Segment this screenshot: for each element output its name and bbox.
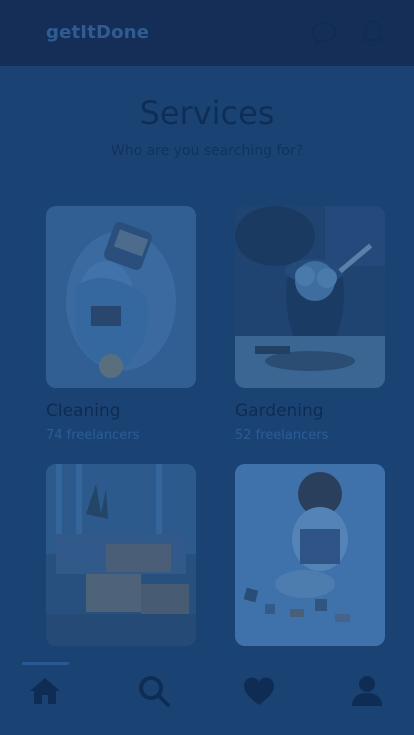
bell-icon[interactable]	[358, 18, 388, 48]
bottom-nav	[0, 660, 414, 735]
service-image-gardening	[235, 206, 385, 388]
service-name: Cleaning	[46, 401, 121, 421]
service-image-moving	[46, 464, 196, 646]
service-count: 74 freelancers	[46, 428, 140, 443]
search-icon[interactable]	[137, 674, 171, 708]
app-screen: getItDone Services Who are you searching…	[0, 0, 414, 735]
page-subtitle: Who are you searching for?	[110, 143, 304, 159]
service-name: Gardening	[235, 401, 324, 421]
chat-icon[interactable]	[309, 18, 339, 48]
home-icon[interactable]	[28, 674, 62, 708]
service-image-cleaning	[46, 206, 196, 388]
active-tab-indicator	[22, 662, 69, 665]
app-header: getItDone	[0, 0, 414, 66]
service-count: 52 freelancers	[235, 428, 329, 443]
page-title: Services	[139, 94, 275, 132]
profile-icon[interactable]	[350, 674, 384, 708]
heart-icon[interactable]	[242, 674, 276, 708]
service-image-babysitting	[235, 464, 385, 646]
brand-logo[interactable]: getItDone	[46, 22, 149, 43]
